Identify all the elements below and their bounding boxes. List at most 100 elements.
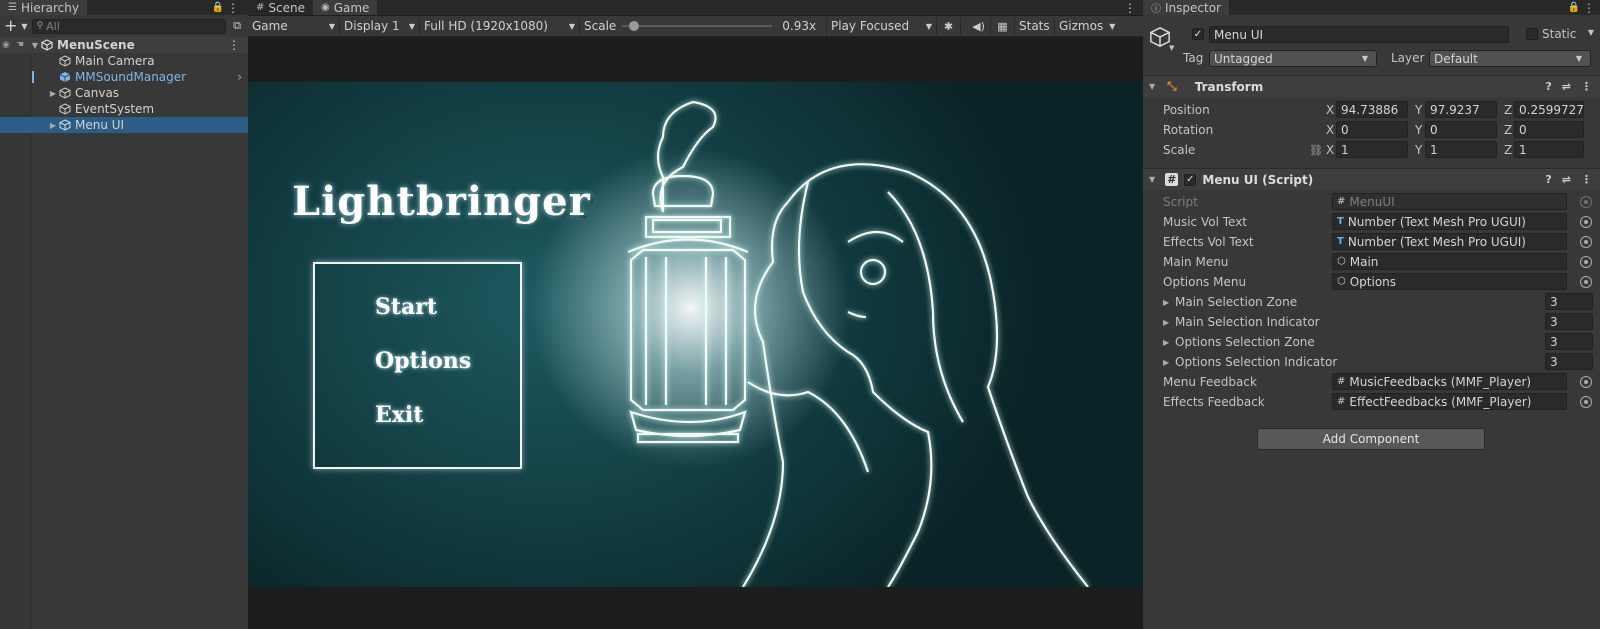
array-row-main-selection-zone[interactable]: ▶ Main Selection Zone 3 [1143,292,1600,312]
scale-x-input[interactable]: 1 [1336,141,1408,158]
hierarchy-item-canvas[interactable]: ▶ Canvas [0,85,248,101]
axis-label-y: Y [1415,143,1423,157]
rotation-x-input[interactable]: 0 [1336,121,1408,138]
position-x-input[interactable]: 94.73886 [1336,101,1408,118]
menu-exit-button[interactable]: Exit [375,402,423,428]
menu-options-button[interactable]: Options [375,348,471,374]
add-component-button[interactable]: Add Component [1257,428,1485,450]
scene-row[interactable]: ◉ ☚ ▼ MenuScene ⋮ [0,37,248,53]
rotation-y-input[interactable]: 0 [1425,121,1497,138]
scale-z-input[interactable]: 1 [1514,141,1584,158]
transform-row-rotation: Rotation X 0 Y 0 Z 0 [1143,120,1600,140]
object-picker-icon[interactable] [1580,276,1592,288]
hierarchy-item-main-camera[interactable]: Main Camera [0,53,248,69]
display-dropdown[interactable]: Display 1 ▼ [340,16,420,36]
hierarchy-item-eventsystem[interactable]: EventSystem [0,101,248,117]
expand-arrow-icon[interactable]: ▼ [30,41,40,50]
tag-dropdown[interactable]: Untagged ▼ [1209,50,1377,67]
menu-feedback-reference-field[interactable]: # MusicFeedbacks (MMF_Player) [1332,373,1567,390]
array-size-input[interactable]: 3 [1545,313,1593,330]
expand-arrow-icon[interactable]: ▶ [1163,298,1169,307]
pickable-icon[interactable]: ☚ [16,40,30,50]
lock-icon[interactable]: 🔒 [1568,0,1580,15]
expand-arrow-icon[interactable]: ▶ [1163,338,1169,347]
object-picker-icon[interactable] [1580,216,1592,228]
main-menu-reference-field[interactable]: ⬡ Main [1332,253,1567,270]
tab-game[interactable]: ◉ Game [312,0,378,15]
transform-header[interactable]: ▼ ⤡ Transform ? ⇌ ⋮ [1143,75,1600,97]
array-row-main-selection-indicator[interactable]: ▶ Main Selection Indicator 3 [1143,312,1600,332]
scale-y-input[interactable]: 1 [1425,141,1497,158]
array-size-input[interactable]: 3 [1545,353,1593,370]
expand-arrow-icon[interactable]: ▶ [1163,358,1169,367]
scene-visibility-icon[interactable]: ⧉ [230,19,244,33]
hierarchy-item-menu-ui[interactable]: ▶ Menu UI [0,117,248,133]
kebab-menu-icon[interactable]: ⋮ [1124,0,1136,15]
object-picker-icon[interactable] [1580,256,1592,268]
array-row-options-selection-zone[interactable]: ▶ Options Selection Zone 3 [1143,332,1600,352]
static-checkbox[interactable] [1526,28,1538,40]
kebab-menu-icon[interactable]: ⋮ [228,38,240,52]
presets-icon[interactable]: ⇌ [1562,173,1571,186]
gizmos-dropdown[interactable]: Gizmos ▼ [1055,16,1117,36]
chevron-down-icon[interactable]: ▼ [1169,44,1174,52]
array-size-input[interactable]: 3 [1545,333,1593,350]
presets-icon[interactable]: ⇌ [1562,80,1571,93]
eye-icon[interactable]: ◉ [2,40,16,50]
lock-icon[interactable]: 🔒 [212,0,224,15]
play-mode-dropdown[interactable]: Play Focused ▼ [827,16,937,36]
kebab-menu-icon[interactable]: ⋮ [1581,173,1592,186]
expand-arrow-icon[interactable]: ▼ [1149,175,1155,184]
chevron-down-icon[interactable]: ▼ [21,22,27,31]
tab-hierarchy[interactable]: ☰ Hierarchy [0,0,87,15]
options-menu-reference-field[interactable]: ⬡ Options [1332,273,1567,290]
game-viewport[interactable]: Lightbringer Start Options Exit [248,82,1143,587]
expand-arrow-icon[interactable]: ▶ [48,89,58,98]
position-y-input[interactable]: 97.9237 [1425,101,1497,118]
keyboard-icon[interactable]: ▦ [991,16,1015,36]
gameobject-icon: ⬡ [1337,276,1346,287]
array-size-input[interactable]: 3 [1545,293,1593,310]
scale-slider-thumb[interactable] [629,21,640,31]
object-picker-icon[interactable] [1580,236,1592,248]
effects-vol-text-reference-field[interactable]: T Number (Text Mesh Pro UGUI) [1332,233,1567,250]
kebab-menu-icon[interactable]: ⋮ [1583,0,1595,15]
help-icon[interactable]: ? [1545,80,1551,93]
stats-button[interactable]: Stats [1015,16,1055,36]
hierarchy-search-input[interactable]: ⚲ All [31,18,226,34]
grid-icon: # [256,2,265,13]
chevron-down-icon[interactable]: ▼ [1588,28,1594,37]
constrain-proportions-icon[interactable]: ⛓ [1309,144,1323,157]
active-checkbox[interactable]: ✓ [1192,28,1204,40]
kebab-menu-icon[interactable]: ⋮ [227,0,239,15]
component-enabled-checkbox[interactable]: ✓ [1184,173,1197,186]
chevron-right-icon[interactable]: › [237,70,242,84]
object-name-input[interactable]: Menu UI [1209,26,1509,43]
layer-dropdown[interactable]: Default ▼ [1429,50,1591,67]
scale-slider[interactable] [622,20,773,32]
axis-label-z: Z [1504,103,1513,117]
music-vol-text-reference-field[interactable]: T Number (Text Mesh Pro UGUI) [1332,213,1567,230]
rotation-z-input[interactable]: 0 [1514,121,1584,138]
script-component-header[interactable]: ▼ # ✓ Menu UI (Script) ? ⇌ ⋮ [1143,168,1600,190]
tab-scene[interactable]: # Scene [248,0,313,15]
hierarchy-item-mmsoundmanager[interactable]: MMSoundManager › [0,69,248,85]
add-icon[interactable]: + [4,18,17,34]
help-icon[interactable]: ? [1545,173,1551,186]
view-mode-dropdown[interactable]: Game ▼ [248,16,340,36]
object-picker-icon[interactable] [1580,396,1592,408]
effects-feedback-reference-field[interactable]: # EffectFeedbacks (MMF_Player) [1332,393,1567,410]
position-z-input[interactable]: 0.2599727 [1514,101,1584,118]
kebab-menu-icon[interactable]: ⋮ [1581,80,1592,93]
bug-icon[interactable]: ✱ [937,16,961,36]
expand-arrow-icon[interactable]: ▶ [1163,318,1169,327]
expand-arrow-icon[interactable]: ▶ [48,121,58,130]
expand-arrow-icon[interactable]: ▼ [1149,82,1155,91]
resolution-dropdown[interactable]: Full HD (1920x1080) ▼ [420,16,580,36]
tab-inspector[interactable]: ⓘ Inspector [1143,0,1229,15]
menu-start-button[interactable]: Start [375,294,437,320]
object-picker-icon[interactable] [1580,376,1592,388]
array-row-options-selection-indicator[interactable]: ▶ Options Selection Indicator 3 [1143,352,1600,372]
tag-label: Tag [1183,51,1204,65]
audio-icon[interactable]: ◀) [967,16,991,36]
